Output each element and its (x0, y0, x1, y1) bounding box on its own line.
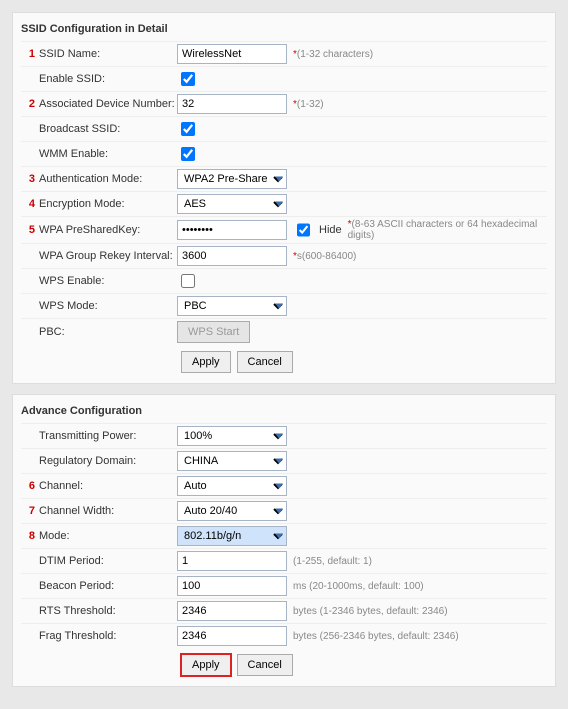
hint-rekey: *s(600-86400) (293, 251, 356, 262)
row-mode: 8 Mode: 802.11b/g/n (21, 523, 547, 548)
row-auth-mode: 3 Authentication Mode: WPA2 Pre-Shared K… (21, 166, 547, 191)
row-tx-power: Transmitting Power: 100% (21, 423, 547, 448)
psk-input[interactable] (177, 220, 287, 240)
button-row-1: Apply Cancel (21, 345, 547, 373)
label-broadcast-ssid: Broadcast SSID: (35, 123, 177, 135)
wps-mode-select[interactable]: PBC (177, 296, 287, 316)
broadcast-ssid-checkbox[interactable] (181, 122, 195, 136)
wmm-checkbox[interactable] (181, 147, 195, 161)
label-wmm: WMM Enable: (35, 148, 177, 160)
rts-input[interactable] (177, 601, 287, 621)
label-assoc-dev: Associated Device Number: (35, 98, 177, 110)
row-dtim: DTIM Period: (1-255, default: 1) (21, 548, 547, 573)
label-beacon: Beacon Period: (35, 580, 177, 592)
beacon-input[interactable] (177, 576, 287, 596)
advance-config-title: Advance Configuration (21, 401, 547, 423)
row-pbc: PBC: WPS Start (21, 318, 547, 345)
step-number: 2 (21, 98, 35, 110)
row-enable-ssid: Enable SSID: (21, 66, 547, 91)
row-rts: RTS Threshold: bytes (1-2346 bytes, defa… (21, 598, 547, 623)
ssid-name-input[interactable] (177, 44, 287, 64)
label-ssid-name: SSID Name: (35, 48, 177, 60)
label-psk: WPA PreSharedKey: (35, 224, 177, 236)
step-number: 6 (21, 480, 35, 492)
row-broadcast-ssid: Broadcast SSID: (21, 116, 547, 141)
row-wps-enable: WPS Enable: (21, 268, 547, 293)
row-wps-mode: WPS Mode: PBC (21, 293, 547, 318)
step-number: 1 (21, 48, 35, 60)
enc-mode-select[interactable]: AES (177, 194, 287, 214)
step-number: 4 (21, 198, 35, 210)
row-ssid-name: 1 SSID Name: *(1-32 characters) (21, 41, 547, 66)
button-row-2: Apply Cancel (21, 648, 547, 676)
hide-label: Hide (319, 224, 342, 236)
label-rekey: WPA Group Rekey Interval: (35, 250, 177, 262)
hide-psk-checkbox[interactable] (297, 223, 310, 237)
row-channel: 6 Channel: Auto (21, 473, 547, 498)
label-mode: Mode: (35, 530, 177, 542)
tx-power-select[interactable]: 100% (177, 426, 287, 446)
mode-select[interactable]: 802.11b/g/n (177, 526, 287, 546)
label-frag: Frag Threshold: (35, 630, 177, 642)
auth-mode-select[interactable]: WPA2 Pre-Shared Key (177, 169, 287, 189)
label-wps-mode: WPS Mode: (35, 300, 177, 312)
wps-enable-checkbox[interactable] (181, 274, 195, 288)
label-tx-power: Transmitting Power: (35, 430, 177, 442)
step-number: 3 (21, 173, 35, 185)
hint-psk: *(8-63 ASCII characters or 64 hexadecima… (348, 219, 547, 241)
row-channel-width: 7 Channel Width: Auto 20/40 (21, 498, 547, 523)
label-enc-mode: Encryption Mode: (35, 198, 177, 210)
advance-config-panel: Advance Configuration Transmitting Power… (12, 394, 556, 687)
enable-ssid-checkbox[interactable] (181, 72, 195, 86)
ssid-config-title: SSID Configuration in Detail (21, 19, 547, 41)
hint-assoc-dev: *(1-32) (293, 99, 324, 110)
row-assoc-dev: 2 Associated Device Number: *(1-32) (21, 91, 547, 116)
hint-ssid-name: *(1-32 characters) (293, 49, 373, 60)
label-reg-domain: Regulatory Domain: (35, 455, 177, 467)
hint-beacon: ms (20-1000ms, default: 100) (293, 581, 424, 592)
row-wmm: WMM Enable: (21, 141, 547, 166)
reg-domain-select[interactable]: CHINA (177, 451, 287, 471)
label-channel: Channel: (35, 480, 177, 492)
hint-frag: bytes (256-2346 bytes, default: 2346) (293, 631, 459, 642)
hint-rts: bytes (1-2346 bytes, default: 2346) (293, 606, 448, 617)
row-beacon: Beacon Period: ms (20-1000ms, default: 1… (21, 573, 547, 598)
row-enc-mode: 4 Encryption Mode: AES (21, 191, 547, 216)
wps-start-button: WPS Start (177, 321, 250, 343)
label-wps-enable: WPS Enable: (35, 275, 177, 287)
apply-button[interactable]: Apply (181, 351, 231, 373)
label-pbc: PBC: (35, 326, 177, 338)
rekey-input[interactable] (177, 246, 287, 266)
step-number: 7 (21, 505, 35, 517)
apply-button[interactable]: Apply (181, 654, 231, 676)
label-auth-mode: Authentication Mode: (35, 173, 177, 185)
assoc-dev-input[interactable] (177, 94, 287, 114)
channel-select[interactable]: Auto (177, 476, 287, 496)
row-psk: 5 WPA PreSharedKey: Hide *(8-63 ASCII ch… (21, 216, 547, 243)
cancel-button[interactable]: Cancel (237, 351, 293, 373)
cancel-button[interactable]: Cancel (237, 654, 293, 676)
hint-dtim: (1-255, default: 1) (293, 556, 372, 567)
row-reg-domain: Regulatory Domain: CHINA (21, 448, 547, 473)
label-enable-ssid: Enable SSID: (35, 73, 177, 85)
label-channel-width: Channel Width: (35, 505, 177, 517)
step-number: 5 (21, 224, 35, 236)
label-dtim: DTIM Period: (35, 555, 177, 567)
row-frag: Frag Threshold: bytes (256-2346 bytes, d… (21, 623, 547, 648)
channel-width-select[interactable]: Auto 20/40 (177, 501, 287, 521)
step-number: 8 (21, 530, 35, 542)
ssid-config-panel: SSID Configuration in Detail 1 SSID Name… (12, 12, 556, 384)
dtim-input[interactable] (177, 551, 287, 571)
frag-input[interactable] (177, 626, 287, 646)
label-rts: RTS Threshold: (35, 605, 177, 617)
row-rekey: WPA Group Rekey Interval: *s(600-86400) (21, 243, 547, 268)
